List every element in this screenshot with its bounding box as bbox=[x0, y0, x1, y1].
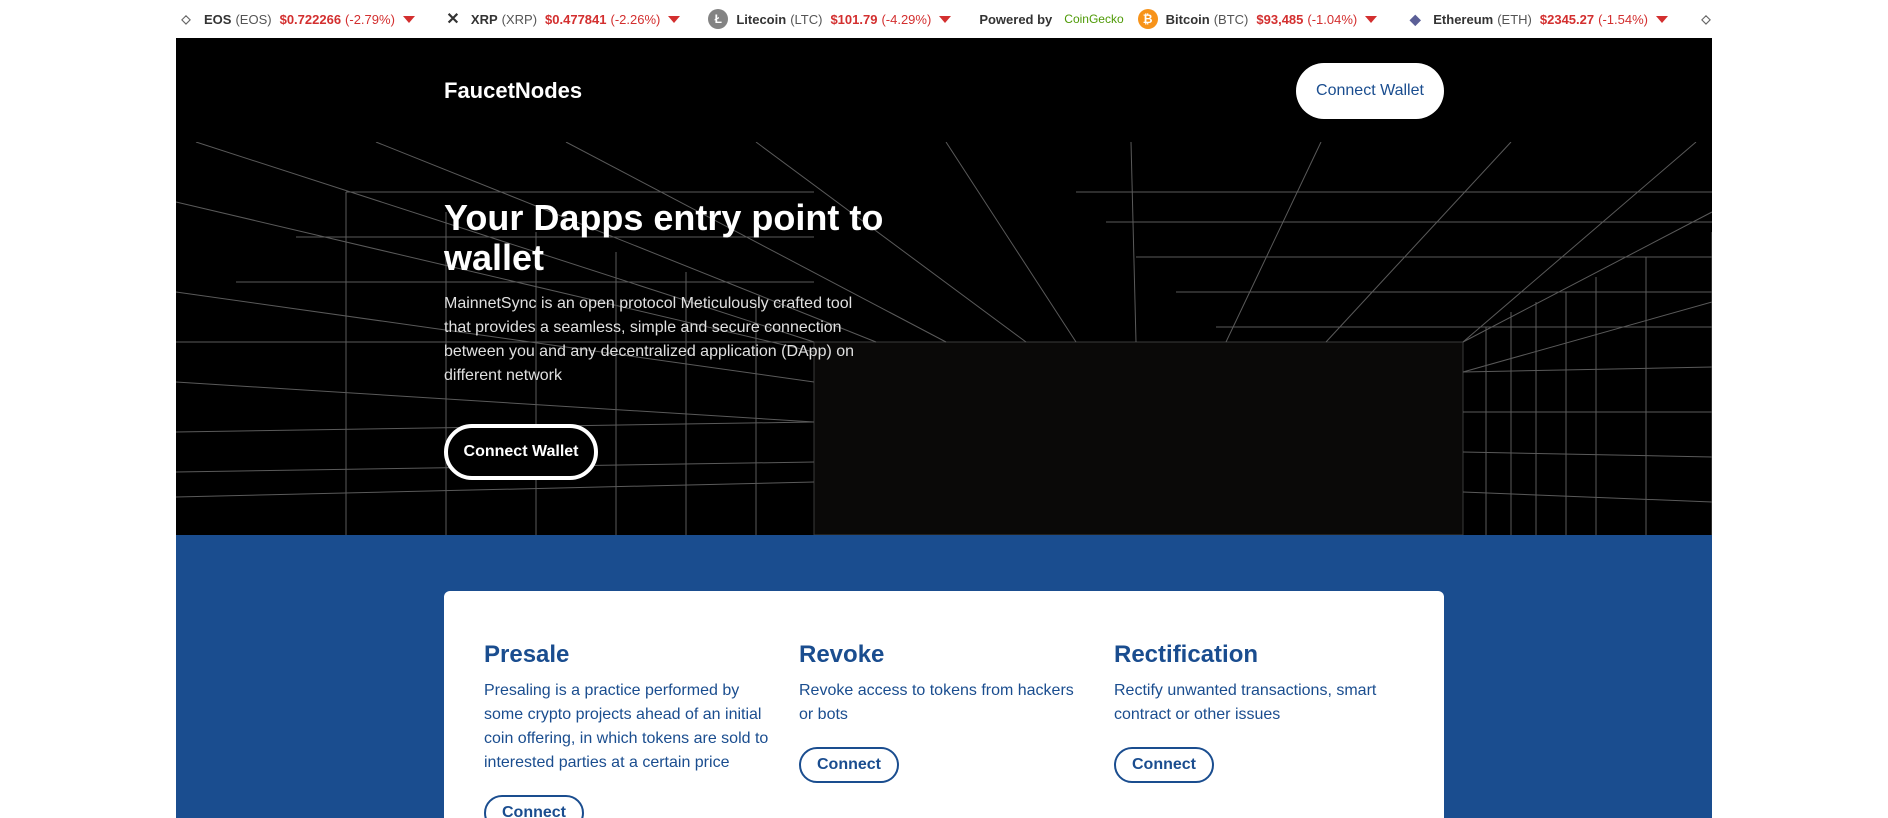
price-ticker: ◇ EOS (EOS) $0.722266 (-2.79%) ✕ XRP (XR… bbox=[176, 0, 1712, 38]
caret-down-icon bbox=[402, 15, 415, 23]
coin-change: (-1.54%) bbox=[1598, 11, 1648, 27]
coin-price: $2345.27 bbox=[1539, 11, 1595, 27]
coingecko-link[interactable]: CoinGecko bbox=[1064, 12, 1123, 26]
coin-name: XRP bbox=[470, 11, 498, 27]
site-header: FaucetNodes Connect Wallet bbox=[176, 38, 1712, 142]
page: ◇ EOS (EOS) $0.722266 (-2.79%) ✕ XRP (XR… bbox=[176, 0, 1712, 818]
powered-by: Powered by CoinGecko bbox=[979, 12, 1123, 27]
features-section: Presale Presaling is a practice performe… bbox=[176, 535, 1712, 818]
hero-title: Your Dapps entry point to wallet bbox=[444, 197, 884, 278]
coin-symbol: (EOS) bbox=[235, 11, 272, 27]
caret-down-icon bbox=[939, 15, 952, 23]
coin-price: $93,485 bbox=[1256, 11, 1304, 27]
ticker-item-btc[interactable]: ₿ Bitcoin (BTC) $93,485 (-1.04%) bbox=[1137, 9, 1378, 29]
revoke-connect-button[interactable]: Connect bbox=[799, 747, 899, 783]
coin-change: (-2.79%) bbox=[345, 11, 395, 27]
caret-down-icon bbox=[668, 15, 681, 23]
eos-icon: ◇ bbox=[181, 12, 191, 26]
feature-text: Rectify unwanted transactions, smart con… bbox=[1114, 682, 1377, 723]
ticker-item-xrp[interactable]: ✕ XRP (XRP) $0.477841 (-2.26%) bbox=[443, 9, 681, 29]
caret-down-icon bbox=[1365, 15, 1378, 23]
coin-name: Litecoin bbox=[736, 11, 787, 27]
feature-title: Rectification bbox=[1114, 641, 1259, 668]
grid-background bbox=[176, 142, 1712, 535]
xrp-icon: ✕ bbox=[446, 11, 460, 28]
coin-symbol: (BTC) bbox=[1213, 11, 1249, 27]
coin-change: (-4.29%) bbox=[881, 11, 932, 27]
coin-name: Bitcoin bbox=[1165, 11, 1210, 27]
coin-price: $0.722266 bbox=[279, 11, 342, 27]
powered-label: Powered by bbox=[979, 11, 1053, 27]
site-logo[interactable]: FaucetNodes bbox=[444, 78, 582, 104]
coin-symbol: (LTC) bbox=[790, 11, 823, 27]
eos-icon: ◇ bbox=[1701, 12, 1711, 26]
features-card: Presale Presaling is a practice performe… bbox=[444, 591, 1444, 818]
hero-section: FaucetNodes Connect Wallet Your Dapps en… bbox=[176, 38, 1712, 535]
ticker-item-partial: ◇ EC bbox=[1696, 9, 1712, 29]
feature-presale: Presale Presaling is a practice performe… bbox=[484, 641, 774, 818]
ticker-item-eth[interactable]: ◆ Ethereum (ETH) $2345.27 (-1.54%) bbox=[1405, 9, 1668, 29]
coin-symbol: (XRP) bbox=[501, 11, 538, 27]
feature-revoke: Revoke Revoke access to tokens from hack… bbox=[799, 641, 1089, 783]
coin-name: EOS bbox=[204, 11, 232, 27]
coin-price: $101.79 bbox=[830, 11, 878, 27]
caret-down-icon bbox=[1655, 15, 1668, 23]
ethereum-icon: ◆ bbox=[1409, 10, 1421, 27]
coin-symbol: (ETH) bbox=[1497, 11, 1532, 27]
coin-change: (-2.26%) bbox=[610, 11, 661, 27]
coin-name: Ethereum bbox=[1433, 11, 1494, 27]
hero-connect-wallet-button[interactable]: Connect Wallet bbox=[444, 424, 598, 480]
presale-connect-button[interactable]: Connect bbox=[484, 795, 584, 818]
feature-text: Revoke access to tokens from hackers or … bbox=[799, 682, 1074, 723]
rectification-connect-button[interactable]: Connect bbox=[1114, 747, 1214, 783]
coin-price: $0.477841 bbox=[545, 11, 607, 27]
hero-description: MainnetSync is an open protocol Meticulo… bbox=[444, 295, 855, 384]
bitcoin-icon: ₿ bbox=[1137, 9, 1158, 29]
feature-rectification: Rectification Rectify unwanted transacti… bbox=[1114, 641, 1404, 783]
ticker-item-eos[interactable]: ◇ EOS (EOS) $0.722266 (-2.79%) bbox=[176, 9, 415, 29]
litecoin-icon: Ł bbox=[708, 9, 729, 29]
feature-title: Presale bbox=[484, 641, 570, 668]
coin-change: (-1.04%) bbox=[1307, 11, 1358, 27]
feature-title: Revoke bbox=[799, 641, 885, 668]
ticker-item-ltc[interactable]: Ł Litecoin (LTC) $101.79 (-4.29%) bbox=[708, 9, 952, 29]
feature-text: Presaling is a practice performed by som… bbox=[484, 682, 769, 771]
header-connect-wallet-button[interactable]: Connect Wallet bbox=[1296, 63, 1444, 119]
